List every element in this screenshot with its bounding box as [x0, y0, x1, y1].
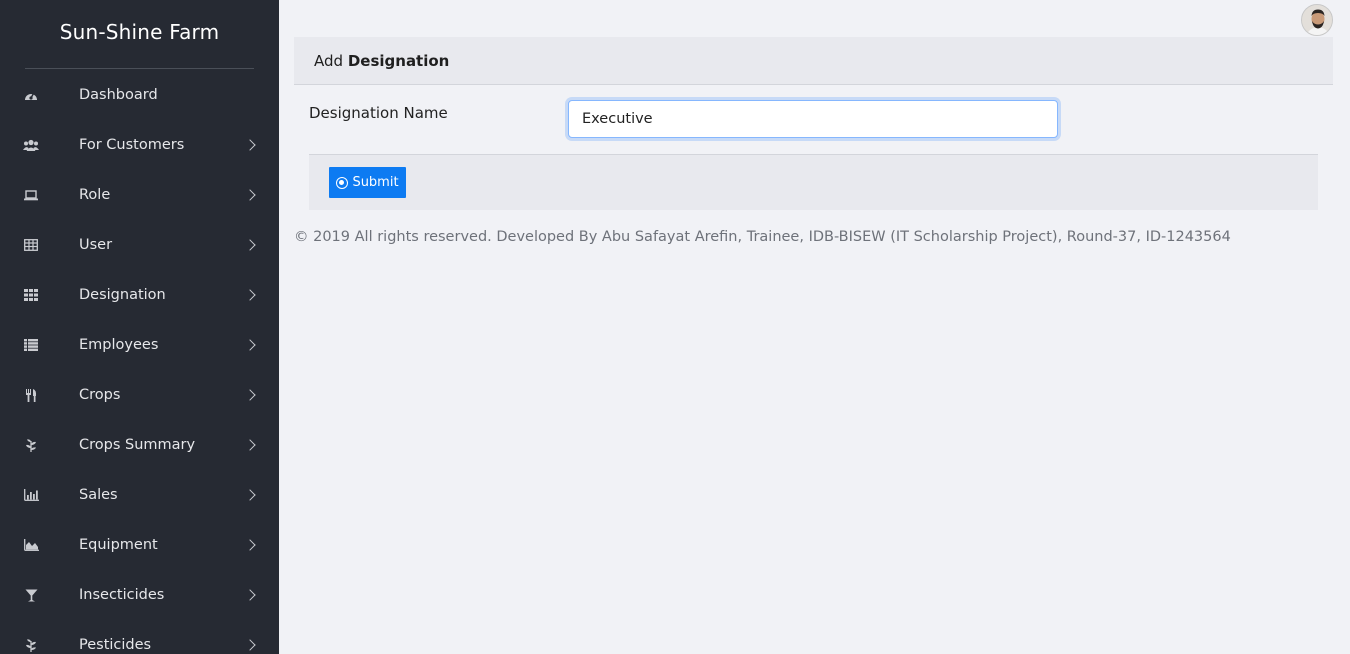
- chevron-right-icon: [244, 289, 256, 301]
- chevron-right-icon: [244, 439, 256, 451]
- submit-button[interactable]: Submit: [329, 167, 406, 198]
- sidebar-item-for-customers[interactable]: For Customers: [0, 120, 279, 170]
- designation-name-input[interactable]: [568, 100, 1058, 138]
- sidebar-item-label: Designation: [79, 287, 166, 303]
- laptop-icon: [23, 188, 39, 202]
- chevron-right-icon: [244, 639, 256, 651]
- submit-label: Submit: [352, 175, 399, 190]
- area-chart-icon: [23, 538, 39, 552]
- grid-icon: [23, 288, 39, 302]
- sidebar: Sun-Shine Farm Dashboard For Customers R…: [0, 0, 279, 654]
- sidebar-item-user[interactable]: User: [0, 220, 279, 270]
- sidebar-item-label: For Customers: [79, 137, 185, 153]
- sidebar-item-dashboard[interactable]: Dashboard: [0, 70, 279, 120]
- sidebar-item-label: Role: [79, 187, 111, 203]
- sidebar-item-sales[interactable]: Sales: [0, 470, 279, 520]
- bar-chart-icon: [23, 488, 39, 502]
- sidebar-item-label: Crops: [79, 387, 121, 403]
- glass-icon: [23, 588, 39, 602]
- brand-title[interactable]: Sun-Shine Farm: [0, 20, 279, 44]
- sidebar-item-label: Employees: [79, 337, 159, 353]
- chevron-right-icon: [244, 389, 256, 401]
- chevron-right-icon: [244, 589, 256, 601]
- chevron-right-icon: [244, 239, 256, 251]
- sidebar-item-label: Dashboard: [79, 87, 158, 103]
- title-bold: Designation: [347, 52, 450, 70]
- page-title: Add Designation: [314, 52, 449, 70]
- list-icon: [23, 338, 39, 352]
- dot-circle-icon: [336, 176, 349, 189]
- chevron-right-icon: [244, 189, 256, 201]
- chevron-right-icon: [244, 539, 256, 551]
- pagelines-icon: [23, 638, 39, 652]
- chevron-right-icon: [244, 489, 256, 501]
- sidebar-item-role[interactable]: Role: [0, 170, 279, 220]
- card-footer: Submit: [309, 154, 1318, 210]
- sidebar-item-designation[interactable]: Designation: [0, 270, 279, 320]
- card-header: Add Designation: [294, 37, 1333, 85]
- chevron-right-icon: [244, 139, 256, 151]
- table-icon: [23, 238, 39, 252]
- sidebar-item-crops-summary[interactable]: Crops Summary: [0, 420, 279, 470]
- copyright-footer: © 2019 All rights reserved. Developed By…: [294, 229, 1231, 245]
- sidebar-item-label: Crops Summary: [79, 437, 196, 453]
- brand-divider: [25, 68, 254, 69]
- sidebar-item-employees[interactable]: Employees: [0, 320, 279, 370]
- sidebar-item-label: User: [79, 237, 113, 253]
- cutlery-icon: [23, 388, 39, 402]
- sidebar-item-crops[interactable]: Crops: [0, 370, 279, 420]
- sidebar-item-label: Insecticides: [79, 587, 165, 603]
- designation-name-label: Designation Name: [309, 104, 448, 122]
- sidebar-item-label: Pesticides: [79, 637, 152, 653]
- users-icon: [23, 138, 39, 152]
- user-avatar[interactable]: [1301, 4, 1333, 36]
- chevron-right-icon: [244, 339, 256, 351]
- sidebar-item-label: Sales: [79, 487, 118, 503]
- sidebar-item-label: Equipment: [79, 537, 158, 553]
- sidebar-nav: Dashboard For Customers Role User Design…: [0, 70, 279, 654]
- dashboard-icon: [23, 88, 39, 102]
- sidebar-item-equipment[interactable]: Equipment: [0, 520, 279, 570]
- title-prefix: Add: [314, 52, 344, 70]
- sidebar-item-pesticides[interactable]: Pesticides: [0, 620, 279, 654]
- sidebar-item-insecticides[interactable]: Insecticides: [0, 570, 279, 620]
- pagelines-icon: [23, 438, 39, 452]
